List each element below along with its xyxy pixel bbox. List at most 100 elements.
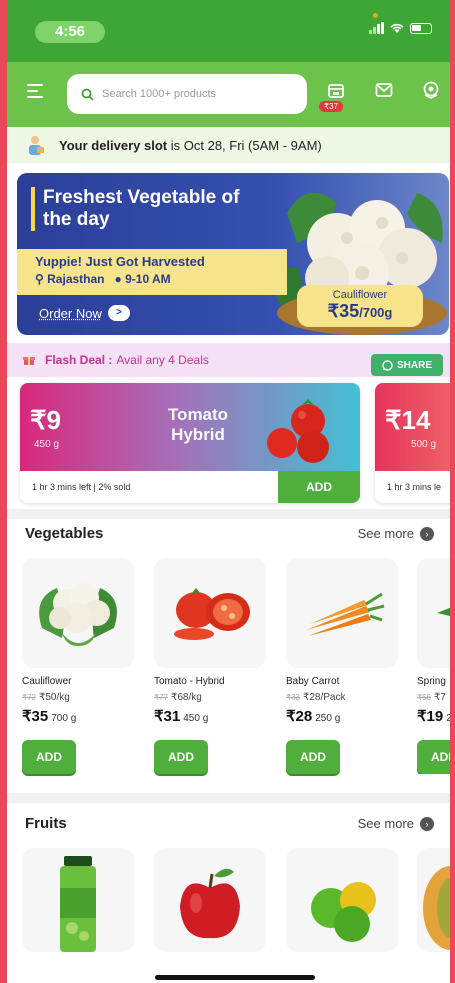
share-label: SHARE bbox=[396, 359, 432, 371]
whatsapp-icon bbox=[382, 359, 393, 371]
cart-button[interactable]: ₹37 bbox=[319, 76, 353, 116]
product-card[interactable]: Cauliflower ₹72 ₹50/kg ₹35 700 g ADD bbox=[22, 558, 134, 774]
vegetables-see-more[interactable]: See more › bbox=[358, 526, 434, 541]
product-image bbox=[154, 558, 266, 668]
product-price: ₹31 bbox=[154, 708, 181, 725]
product-card[interactable]: Spring ₹56₹7 ₹192 ADD bbox=[417, 558, 450, 774]
flash-deal-label: Flash Deal : bbox=[45, 353, 113, 367]
banner-price-value: ₹35 bbox=[327, 301, 360, 321]
home-indicator[interactable] bbox=[155, 975, 315, 980]
product-price-line: ₹31 450 g bbox=[154, 707, 266, 726]
add-to-cart-button[interactable]: ADD bbox=[286, 740, 340, 774]
apple-image bbox=[180, 868, 240, 939]
delivery-slot-bar[interactable]: Your delivery slot is Oct 28, Fri (5AM -… bbox=[7, 127, 450, 163]
status-icons bbox=[369, 22, 432, 34]
tomato-image bbox=[267, 399, 329, 463]
product-card[interactable] bbox=[286, 848, 398, 952]
vegetables-header: Vegetables See more › bbox=[7, 525, 450, 542]
deal-banner: ₹9 450 g Tomato Hybrid bbox=[20, 383, 360, 471]
juice-bottle-image bbox=[60, 856, 96, 952]
add-to-cart-button[interactable]: ADD bbox=[22, 740, 76, 774]
product-price: ₹35 bbox=[22, 708, 49, 725]
deal-card[interactable]: ₹9 450 g Tomato Hybrid 1 hr 3 mins left … bbox=[20, 383, 360, 503]
product-weight: 250 g bbox=[315, 713, 341, 724]
section-divider bbox=[7, 509, 450, 519]
product-card[interactable] bbox=[417, 848, 450, 952]
product-mrp-strike: ₹77 bbox=[154, 693, 168, 702]
product-name: Cauliflower bbox=[22, 676, 72, 687]
status-time: 4:56 bbox=[35, 21, 105, 43]
product-mrp: ₹72 ₹50/kg bbox=[22, 692, 134, 703]
banner-price-tag: Cauliflower ₹35/700g bbox=[297, 285, 423, 327]
product-card[interactable]: Baby Carrot ₹33 ₹28/Pack ₹28 250 g ADD bbox=[286, 558, 398, 774]
product-price-line: ₹35 700 g bbox=[22, 707, 134, 726]
banner-title: Freshest Vegetable of the day bbox=[43, 187, 240, 230]
product-mrp-strike: ₹33 bbox=[286, 693, 300, 702]
gift-icon bbox=[23, 357, 35, 365]
fruits-see-more[interactable]: See more › bbox=[358, 816, 434, 831]
product-image bbox=[22, 848, 134, 952]
product-unit-price: ₹68/kg bbox=[171, 692, 202, 703]
app-header: ₹37 bbox=[7, 62, 450, 127]
add-to-cart-button[interactable]: ADD bbox=[154, 740, 208, 774]
banner-time: 9-10 AM bbox=[125, 272, 171, 286]
search-input[interactable] bbox=[102, 88, 292, 100]
mail-icon[interactable] bbox=[375, 82, 393, 98]
share-button[interactable]: SHARE bbox=[371, 354, 443, 376]
chevron-right-icon: › bbox=[420, 816, 434, 831]
arrow-right-icon: > bbox=[107, 305, 130, 321]
battery-icon bbox=[410, 22, 432, 34]
deal-product-name: Tomato Hybrid bbox=[167, 405, 229, 444]
product-mrp: ₹56 ₹7 bbox=[417, 692, 450, 703]
product-card[interactable] bbox=[22, 848, 134, 952]
add-to-cart-button[interactable]: ADD bbox=[417, 740, 450, 774]
search-icon bbox=[81, 88, 94, 101]
section-divider bbox=[7, 793, 450, 803]
deal-card[interactable]: ₹14 500 g 1 hr 3 mins le bbox=[375, 383, 450, 503]
status-bar: 4:56 bbox=[7, 0, 450, 62]
wifi-icon bbox=[390, 23, 404, 33]
search-bar[interactable] bbox=[67, 74, 307, 114]
product-image bbox=[286, 558, 398, 668]
product-price: ₹19 bbox=[417, 708, 444, 725]
menu-icon[interactable] bbox=[27, 84, 43, 98]
signal-icon bbox=[369, 22, 384, 34]
product-price-line: ₹19 2 bbox=[417, 707, 450, 726]
location-pin-icon: ⚲ bbox=[35, 272, 44, 286]
product-mrp-strike: ₹72 bbox=[22, 693, 36, 702]
product-name: Tomato - Hybrid bbox=[154, 676, 225, 687]
tomato-image bbox=[174, 588, 250, 640]
fruits-header: Fruits See more › bbox=[7, 815, 450, 832]
product-card[interactable] bbox=[154, 848, 266, 952]
papaya-image bbox=[423, 866, 450, 950]
app-screen: 4:56 ₹37 Your delivery slot is Oct 28, F… bbox=[7, 0, 450, 983]
delivery-slot-label: Your delivery slot bbox=[59, 137, 168, 153]
clock-icon: ● bbox=[114, 272, 122, 286]
support-icon[interactable] bbox=[421, 80, 441, 100]
promo-banner[interactable]: Freshest Vegetable of the day Yuppie! Ju… bbox=[17, 173, 449, 335]
banner-origin-line: ⚲ Rajasthan ● 9-10 AM bbox=[35, 272, 287, 286]
product-weight: 450 g bbox=[183, 713, 209, 724]
product-image bbox=[154, 848, 266, 952]
delivery-slot-value: Oct 28, Fri (5AM - 9AM) bbox=[183, 137, 322, 153]
deal-timer: 1 hr 3 mins left | 2% sold bbox=[32, 482, 131, 492]
product-image bbox=[286, 848, 398, 952]
product-unit-price: ₹50/kg bbox=[39, 692, 70, 703]
order-now-label: Order Now bbox=[39, 305, 102, 321]
product-unit-price: ₹7 bbox=[434, 692, 446, 703]
deal-add-button[interactable]: ADD bbox=[278, 471, 360, 503]
deal-price: ₹14 bbox=[385, 405, 431, 435]
vegetables-title: Vegetables bbox=[25, 525, 104, 542]
see-more-label: See more bbox=[357, 816, 414, 831]
banner-info-strip: Yuppie! Just Got Harvested ⚲ Rajasthan ●… bbox=[17, 249, 287, 295]
product-name: Baby Carrot bbox=[286, 676, 340, 687]
banner-origin: Rajasthan bbox=[47, 272, 105, 286]
deal-footer: 1 hr 3 mins le bbox=[375, 471, 450, 503]
cart-icon bbox=[328, 84, 344, 98]
deal-weight: 500 g bbox=[411, 439, 437, 450]
product-image bbox=[417, 558, 450, 668]
product-card[interactable]: Tomato - Hybrid ₹77 ₹68/kg ₹31 450 g ADD bbox=[154, 558, 266, 774]
order-now-button[interactable]: Order Now > bbox=[39, 305, 130, 321]
fruits-title: Fruits bbox=[25, 815, 67, 832]
banner-product-name: Cauliflower bbox=[332, 289, 388, 301]
